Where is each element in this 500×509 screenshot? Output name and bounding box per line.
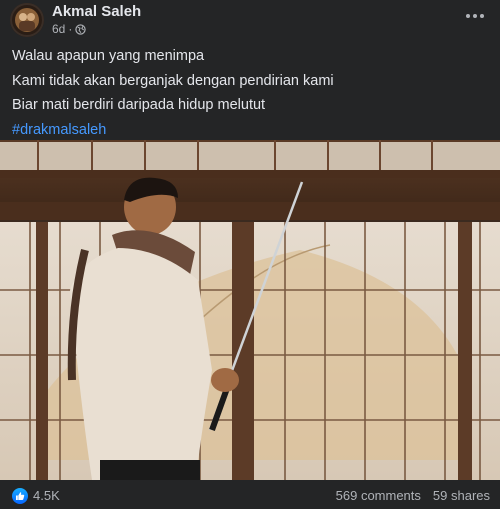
more-options-icon[interactable] [464,8,486,24]
post-header: Akmal Saleh 6d · [0,0,500,40]
photo-illustration [0,140,500,480]
post-line-3: Biar mati berdiri daripada hidup melutut [12,97,266,113]
author-name[interactable]: Akmal Saleh [52,3,141,20]
comments-count[interactable]: 569 comments [336,488,421,503]
globe-icon[interactable] [75,23,87,35]
post-meta: 6d · [52,22,87,36]
shares-count[interactable]: 59 shares [433,488,490,503]
hashtag-link[interactable]: #drakmalsaleh [12,118,488,143]
author-avatar[interactable] [10,3,44,37]
meta-separator: · [68,22,73,36]
like-icon[interactable] [12,488,28,504]
post-line-1: Walau apapun yang menimpa [12,48,205,64]
post-text: Walau apapun yang menimpa Kami tidak aka… [12,44,488,142]
post-line-2: Kami tidak akan berganjak dengan pendiri… [12,72,334,89]
post-footer: 4.5K 569 comments 59 shares [0,483,500,509]
post-photo[interactable] [0,140,500,480]
post-time[interactable]: 6d [52,22,65,36]
post-stats: 569 comments 59 shares [336,488,490,503]
reaction-count[interactable]: 4.5K [33,488,60,503]
